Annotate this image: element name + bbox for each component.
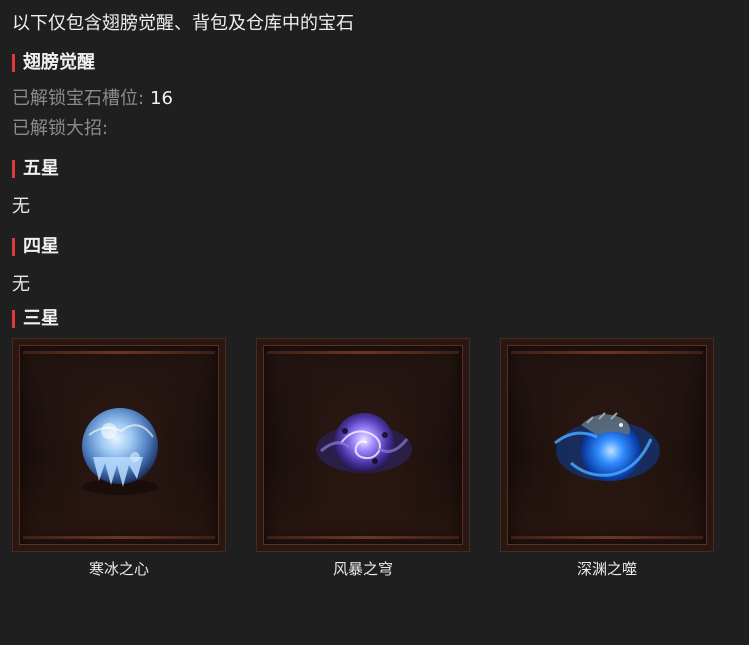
section-title-five-star: 五星 [12,156,737,182]
gem-panel: 以下仅包含翅膀觉醒、背包及仓库中的宝石 翅膀觉醒 已解锁宝石槽位: 16 已解锁大… [0,0,749,580]
gem-frame[interactable] [256,338,470,552]
four-star-empty-text: 无 [12,274,30,295]
unlocked-slots-line: 已解锁宝石槽位: 16 [12,84,737,114]
gem-card-abyss-devour[interactable]: 深渊之噬 [500,338,714,580]
gem-card-storm-dome[interactable]: 风暴之穹 [256,338,470,580]
unlocked-slots-label: 已解锁宝石槽位: [12,88,145,109]
gem-card-ice-heart[interactable]: 寒冰之心 [12,338,226,580]
unlocked-slots-value: 16 [150,88,173,109]
intro-text: 以下仅包含翅膀觉醒、背包及仓库中的宝石 [12,13,354,34]
section-title-wing: 翅膀觉醒 [12,50,737,76]
abyss-devour-gem-icon [554,412,660,481]
five-star-empty-text: 无 [12,196,30,217]
unlocked-ultimate-line: 已解锁大招: [12,114,737,144]
gem-name: 寒冰之心 [88,560,149,578]
gem-name: 深渊之噬 [576,560,637,578]
gem-name: 风暴之穹 [332,560,393,578]
storm-dome-gem-icon [316,413,412,473]
section-title-three-star: 三星 [12,306,737,332]
unlocked-ultimate-label: 已解锁大招: [12,118,109,139]
ice-heart-gem-icon [82,408,158,495]
three-star-gem-list: 寒冰之心 风暴之穹 深渊之噬 [12,338,737,580]
section-title-four-star: 四星 [12,234,737,260]
gem-frame[interactable] [12,338,226,552]
gem-frame[interactable] [500,338,714,552]
